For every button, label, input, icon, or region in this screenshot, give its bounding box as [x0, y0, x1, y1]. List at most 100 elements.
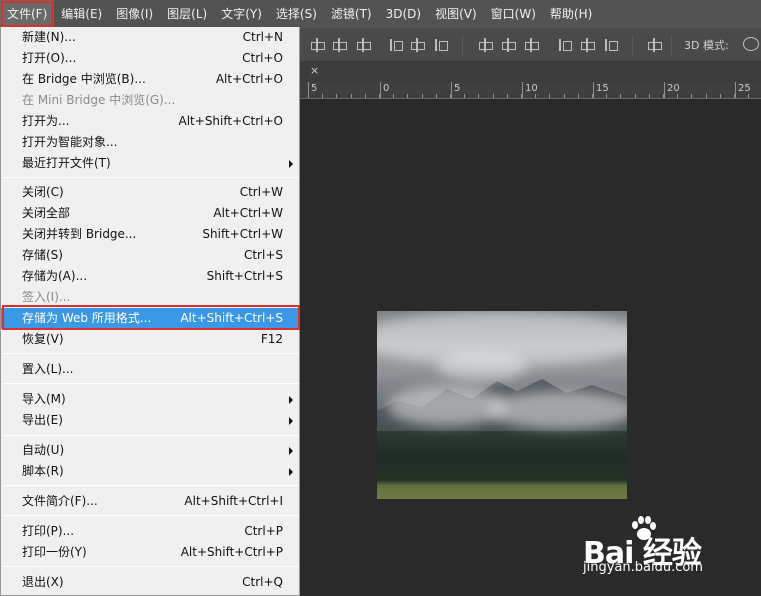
- menu-divider: [3, 515, 299, 516]
- ruler-minor-tick: [564, 94, 565, 98]
- submenu-arrow-icon: [289, 468, 293, 476]
- menu-divider: [3, 566, 299, 567]
- ruler-minor-tick: [635, 94, 636, 98]
- ruler-label: 0: [383, 83, 390, 94]
- menu-type[interactable]: 文字(Y): [214, 0, 269, 28]
- auto-align-layers-icon[interactable]: [646, 37, 662, 53]
- menu-item-place[interactable]: 置入(L)...: [1, 359, 299, 380]
- align-right-icon[interactable]: [432, 37, 448, 53]
- menu-item-label: 恢复(V): [22, 332, 64, 346]
- ruler-minor-tick: [450, 94, 451, 98]
- menu-item-close[interactable]: 关闭(C) Ctrl+W: [1, 182, 299, 203]
- menu-item-open-as[interactable]: 打开为... Alt+Shift+Ctrl+O: [1, 111, 299, 132]
- menu-item-new[interactable]: 新建(N)... Ctrl+N: [1, 27, 299, 48]
- align-bottom-edges-icon[interactable]: [355, 37, 371, 53]
- menu-item-save-as[interactable]: 存储为(A)... Shift+Ctrl+S: [1, 266, 299, 287]
- menu-item-recent-files[interactable]: 最近打开文件(T): [1, 153, 299, 174]
- menu-view[interactable]: 视图(V): [428, 0, 484, 28]
- tab-close-icon[interactable]: ×: [310, 63, 319, 79]
- menu-item-label: 退出(X): [22, 575, 64, 589]
- ruler-tick: 20: [664, 82, 680, 98]
- toolbar-separator: [671, 35, 672, 55]
- menu-item-file-info[interactable]: 文件简介(F)... Alt+Shift+Ctrl+I: [1, 491, 299, 512]
- menu-item-automate[interactable]: 自动(U): [1, 440, 299, 461]
- ruler-minor-tick: [720, 94, 721, 98]
- menu-item-exit[interactable]: 退出(X) Ctrl+Q: [1, 572, 299, 593]
- menu-item-revert[interactable]: 恢复(V) F12: [1, 329, 299, 350]
- document-tab-strip: [300, 62, 761, 82]
- ruler-minor-tick: [422, 94, 423, 98]
- menu-item-label: 存储(S): [22, 248, 63, 262]
- distribute-left-icon[interactable]: [556, 37, 572, 53]
- menu-image[interactable]: 图像(I): [109, 0, 160, 28]
- ruler-label: 20: [667, 83, 680, 94]
- submenu-arrow-icon: [289, 396, 293, 404]
- menu-file[interactable]: 文件(F): [0, 0, 55, 28]
- menu-item-shortcut: F12: [260, 332, 283, 346]
- menu-item-import[interactable]: 导入(M): [1, 389, 299, 410]
- menu-item-label: 置入(L)...: [22, 362, 74, 376]
- ruler-minor-tick: [393, 94, 394, 98]
- ruler-minor-tick: [493, 94, 494, 98]
- menu-3d[interactable]: 3D(D): [379, 0, 428, 28]
- menu-item-label: 导出(E): [22, 413, 63, 427]
- align-left-edges-icon[interactable]: [309, 37, 325, 53]
- menu-item-shortcut: Alt+Ctrl+O: [215, 72, 283, 86]
- menu-item-close-all[interactable]: 关闭全部 Alt+Ctrl+W: [1, 203, 299, 224]
- menu-item-open-smart-object[interactable]: 打开为智能对象...: [1, 132, 299, 153]
- ruler-minor-tick: [592, 94, 593, 98]
- menu-item-shortcut: Ctrl+O: [242, 51, 283, 65]
- menu-item-label: 存储为(A)...: [22, 269, 88, 283]
- menu-filter[interactable]: 滤镜(T): [324, 0, 379, 28]
- menu-item-label: 打印一份(Y): [22, 545, 87, 559]
- menu-item-print-one-copy[interactable]: 打印一份(Y) Alt+Shift+Ctrl+P: [1, 542, 299, 563]
- menu-item-close-go-bridge[interactable]: 关闭并转到 Bridge... Shift+Ctrl+W: [1, 224, 299, 245]
- menu-help[interactable]: 帮助(H): [543, 0, 599, 28]
- menu-item-label: 自动(U): [22, 443, 65, 457]
- menu-divider: [3, 383, 299, 384]
- ruler-minor-tick: [677, 94, 678, 98]
- distribute-right-icon[interactable]: [602, 37, 618, 53]
- menu-item-label: 关闭全部: [22, 206, 71, 220]
- menu-edit[interactable]: 编辑(E): [54, 0, 109, 28]
- align-horizontal-centers-icon[interactable]: [409, 37, 425, 53]
- menu-item-scripts[interactable]: 脚本(R): [1, 461, 299, 482]
- align-vertical-centers-icon[interactable]: [331, 37, 347, 53]
- ruler-minor-tick: [663, 94, 664, 98]
- menu-item-browse-bridge[interactable]: 在 Bridge 中浏览(B)... Alt+Ctrl+O: [1, 69, 299, 90]
- toolbar-separator: [462, 35, 463, 55]
- ruler-minor-tick: [549, 94, 550, 98]
- menu-item-save[interactable]: 存储(S) Ctrl+S: [1, 245, 299, 266]
- menu-item-label: 关闭(C): [22, 185, 64, 199]
- toolbar-separator: [632, 35, 633, 55]
- menu-select[interactable]: 选择(S): [269, 0, 324, 28]
- menu-item-open[interactable]: 打开(O)... Ctrl+O: [1, 48, 299, 69]
- watermark-url: jingyan.baidu.com: [583, 560, 703, 575]
- menu-divider: [3, 435, 299, 436]
- 3d-rotate-icon[interactable]: [743, 37, 759, 51]
- menu-item-print[interactable]: 打印(P)... Ctrl+P: [1, 521, 299, 542]
- canvas-image[interactable]: [377, 311, 627, 499]
- distribute-top-icon[interactable]: [477, 37, 493, 53]
- ruler-minor-tick: [308, 94, 309, 98]
- menu-item-label: 在 Bridge 中浏览(B)...: [22, 72, 146, 86]
- distribute-bottom-icon[interactable]: [523, 37, 539, 53]
- menu-window[interactable]: 窗口(W): [484, 0, 543, 28]
- distribute-vertical-centers-icon[interactable]: [500, 37, 516, 53]
- menu-item-shortcut: Ctrl+N: [242, 30, 283, 44]
- ruler-minor-tick: [535, 94, 536, 98]
- menu-item-shortcut: Ctrl+S: [243, 248, 283, 262]
- menu-item-browse-mini-bridge: 在 Mini Bridge 中浏览(G)...: [1, 90, 299, 111]
- ruler-label: 5: [311, 83, 318, 94]
- horizontal-ruler: 5 0 5 10 15 20 25: [300, 82, 761, 99]
- align-left-icon[interactable]: [387, 37, 403, 53]
- menu-item-label: 新建(N)...: [22, 30, 76, 44]
- menu-item-export[interactable]: 导出(E): [1, 410, 299, 431]
- menu-layer[interactable]: 图层(L): [160, 0, 214, 28]
- ruler-minor-tick: [322, 94, 323, 98]
- ruler-tick: 0: [380, 82, 389, 98]
- ruler-label: 10: [525, 83, 538, 94]
- cloud: [487, 391, 627, 429]
- menu-item-label: 打开(O)...: [22, 51, 77, 65]
- distribute-horizontal-centers-icon[interactable]: [579, 37, 595, 53]
